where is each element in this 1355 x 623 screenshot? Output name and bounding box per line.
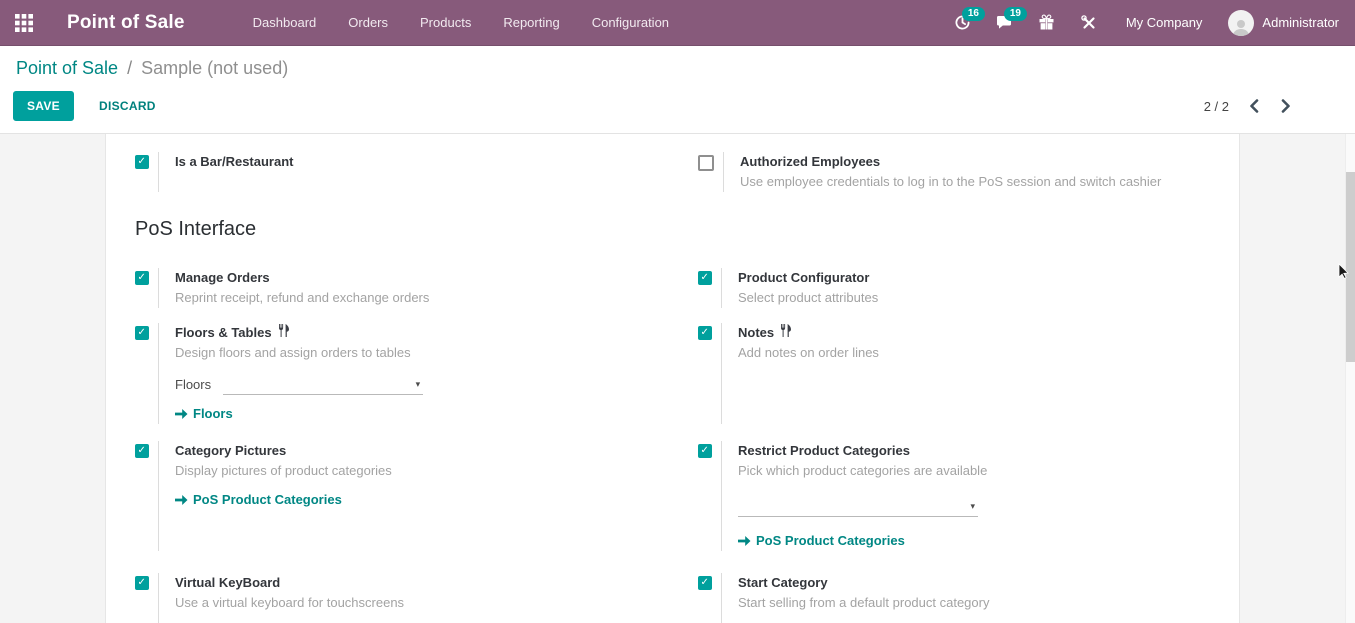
notes-checkbox[interactable] [698,326,712,340]
setting-label: Start Category [738,575,828,590]
floors-link[interactable]: Floors [175,404,233,424]
arrow-right-icon [175,409,188,419]
menu-orders[interactable]: Orders [336,7,400,38]
menu-dashboard[interactable]: Dashboard [241,7,329,38]
setting-description: Pick which product categories are availa… [738,463,988,478]
setting-manage-orders: Manage Orders Reprint receipt, refund an… [135,268,687,308]
setting-description: Use employee credentials to log in to th… [740,174,1162,189]
setting-product-configurator: Product Configurator Select product attr… [687,268,1239,308]
restrict-categories-field-row: ▾ [738,497,1199,517]
setting-description: Add notes on order lines [738,345,879,360]
virtual-keyboard-checkbox[interactable] [135,576,149,590]
floors-field-label: Floors [175,377,212,392]
arrow-right-icon [175,495,188,505]
pager-previous-button[interactable] [1247,97,1261,115]
setting-label: Product Configurator [738,270,870,285]
discard-button[interactable]: DISCARD [86,92,169,120]
company-switcher[interactable]: My Company [1126,15,1203,30]
pager: 2 / 2 [1204,97,1339,115]
category-pictures-checkbox[interactable] [135,444,149,458]
save-button[interactable]: SAVE [13,91,74,121]
setting-category-pictures: Category Pictures Display pictures of pr… [135,441,687,551]
control-panel: Point of Sale / Sample (not used) SAVE D… [0,46,1355,134]
messages-badge: 19 [1003,6,1027,21]
setting-floors-tables: Floors & Tables Design floors and assign… [135,323,687,424]
setting-virtual-keyboard: Virtual KeyBoard Use a virtual keyboard … [135,573,687,623]
setting-restrict-product-categories: Restrict Product Categories Pick which p… [687,441,1239,551]
setting-notes: Notes Add notes on order lines [687,323,1239,424]
menu-reporting[interactable]: Reporting [491,7,571,38]
breadcrumb: Point of Sale / Sample (not used) [0,46,1355,83]
setting-description: Reprint receipt, refund and exchange ord… [175,290,430,305]
user-name: Administrator [1262,15,1339,30]
setting-description: Select product attributes [738,290,879,305]
apps-menu-icon[interactable] [13,12,35,34]
vertical-scrollbar[interactable] [1345,134,1355,623]
main-menu: Dashboard Orders Products Reporting Conf… [241,7,681,38]
breadcrumb-parent[interactable]: Point of Sale [16,58,118,78]
setting-label: Notes [738,325,775,340]
setting-label: Restrict Product Categories [738,443,910,458]
start-category-checkbox[interactable] [698,576,712,590]
pager-count: 2 / 2 [1203,98,1229,114]
pos-product-categories-link[interactable]: PoS Product Categories [738,531,905,551]
activities-icon[interactable]: 16 [952,6,985,32]
pager-next-button[interactable] [1279,97,1293,115]
dropdown-caret-icon: ▾ [970,501,975,512]
breadcrumb-separator: / [127,58,133,78]
product-configurator-checkbox[interactable] [698,271,712,285]
setting-label: Category Pictures [175,443,287,458]
restrict-categories-select[interactable]: ▾ [738,497,978,517]
is-a-bar-restaurant-checkbox[interactable] [135,155,149,169]
avatar [1228,9,1255,36]
floors-tables-checkbox[interactable] [135,326,149,340]
setting-label: Floors & Tables [175,325,272,340]
setting-label: Authorized Employees [740,154,881,169]
section-title-pos-interface: PoS Interface [135,218,257,240]
setting-authorized-employees: Authorized Employees Use employee creden… [687,152,1239,192]
setting-label: Is a Bar/Restaurant [175,154,294,169]
top-navbar: Point of Sale Dashboard Orders Products … [0,0,1355,46]
activities-badge: 16 [961,6,985,21]
settings-content: Is a Bar/Restaurant Authorized Employees… [0,134,1355,623]
setting-is-a-bar-restaurant: Is a Bar/Restaurant [135,152,687,192]
tools-icon[interactable] [1078,14,1100,32]
manage-orders-checkbox[interactable] [135,271,149,285]
setting-label: Manage Orders [175,270,270,285]
app-title[interactable]: Point of Sale [49,12,185,34]
setting-description: Design floors and assign orders to table… [175,345,411,360]
setting-description: Display pictures of product categories [175,463,392,478]
setting-start-category: Start Category Start selling from a defa… [687,573,1239,623]
settings-sheet: Is a Bar/Restaurant Authorized Employees… [105,134,1240,623]
setting-label: Virtual KeyBoard [175,575,281,590]
breadcrumb-current: Sample (not used) [141,58,289,78]
setting-description: Use a virtual keyboard for touchscreens [175,595,405,610]
menu-products[interactable]: Products [408,7,483,38]
floors-select[interactable]: ▾ [223,375,424,395]
menu-configuration[interactable]: Configuration [580,7,681,38]
messages-icon[interactable]: 19 [994,6,1027,32]
authorized-employees-checkbox[interactable] [698,155,714,171]
cutlery-icon [780,323,792,343]
scrollbar-thumb[interactable] [1346,172,1355,362]
floors-field-row: Floors ▾ [175,375,647,395]
restrict-product-categories-checkbox[interactable] [698,444,712,458]
arrow-right-icon [738,536,751,546]
pos-product-categories-link[interactable]: PoS Product Categories [175,490,342,510]
user-menu[interactable]: Administrator [1228,9,1339,36]
cutlery-icon [278,323,290,343]
setting-description: Start selling from a default product cat… [738,595,990,610]
gift-icon[interactable] [1036,14,1058,32]
dropdown-caret-icon: ▾ [415,379,421,390]
